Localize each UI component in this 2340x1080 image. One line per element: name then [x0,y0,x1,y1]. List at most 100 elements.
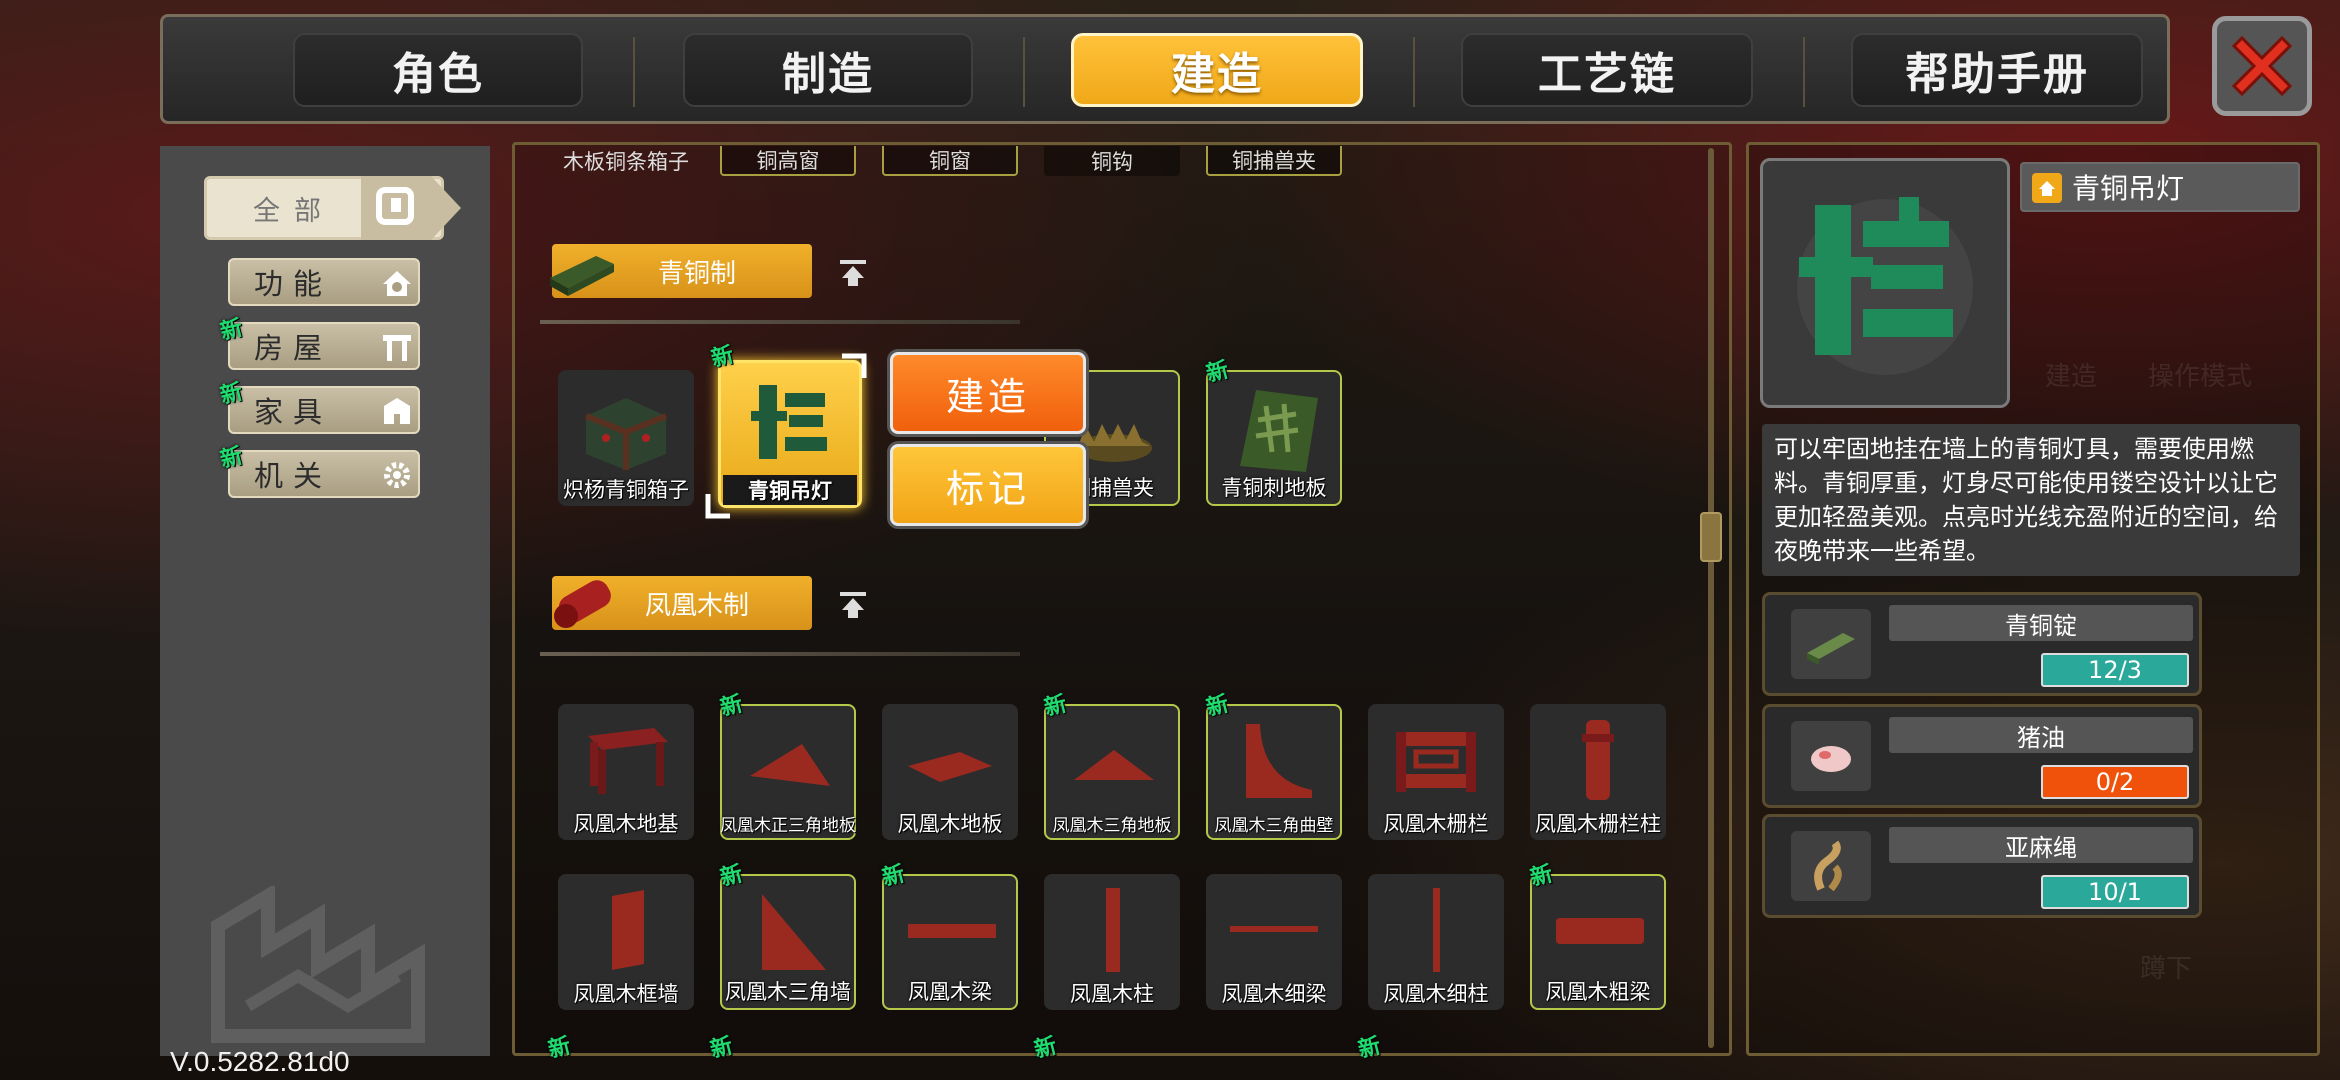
tab-help-manual[interactable]: 帮助手册 [1851,33,2143,107]
item-label: 凤凰木正三角地板 [720,816,856,836]
main-tab-bar: 角色 制造 建造 工艺链 帮助手册 [160,14,2170,124]
build-item[interactable]: 凤凰木三角曲壁 新 [1204,692,1342,840]
build-item[interactable]: 凤凰木粗梁 新 [1528,862,1666,1010]
material-row: 猪油 0/2 [1762,704,2202,808]
lard-icon [1811,746,1851,772]
build-item[interactable]: 炽杨青铜箱子 [558,370,694,506]
item-label: 凤凰木框墙 [573,982,679,1006]
gear-icon [384,462,410,488]
triangle-floor-icon [750,744,830,786]
tab-character[interactable]: 角色 [293,33,583,107]
build-item[interactable]: 凤凰木正三角地板 新 [718,692,856,840]
triangle-floor-icon [1074,750,1154,780]
build-item[interactable]: 凤凰木三角地板 新 [1042,692,1180,840]
material-row: 亚麻绳 10/1 [1762,814,2202,918]
tab-separator [633,37,635,107]
game-logo-watermark [211,886,425,1043]
all-category-icon [361,176,461,240]
build-item[interactable]: 凤凰木栅栏柱 [1530,704,1666,840]
build-item-selected[interactable]: 青铜吊灯 新 [709,343,862,508]
category-mechanism[interactable]: 机关 [228,450,420,498]
material-icon [1791,721,1871,791]
tab-craft-chain[interactable]: 工艺链 [1461,33,1753,107]
tab-craft[interactable]: 制造 [683,33,973,107]
item-label: 凤凰木地基 [573,812,679,836]
item-label: 青铜刺地板 [1221,476,1327,500]
section-header-phoenix-wood[interactable]: 凤凰木制 [552,576,812,630]
item-label-partial[interactable]: 木板铜条箱子 [556,146,696,176]
fence-post-icon [1582,720,1614,800]
cabinet-icon [384,398,410,424]
bronze-ingot-icon [550,256,614,296]
bronze-spike-floor-icon [1240,390,1318,472]
category-label: 全部 [253,195,335,227]
build-item[interactable]: 凤凰木地基 [558,704,694,840]
fence-icon [1396,732,1476,792]
material-icon [1791,609,1871,679]
item-label: 凤凰木栅栏柱 [1535,812,1661,836]
build-item[interactable]: 凤凰木细梁 [1206,874,1342,1010]
category-furniture[interactable]: 家具 [228,386,420,434]
build-item[interactable]: 凤凰木梁 新 [880,862,1018,1010]
thick-beam-icon [1556,918,1644,944]
material-icon [1791,831,1871,901]
flax-rope-icon [1814,840,1842,892]
section-divider [540,320,1020,324]
bronze-chandelier-icon [1797,197,1973,375]
category-label: 房屋 [254,331,333,365]
item-list-scrollbar[interactable] [1708,148,1714,1048]
collapse-icon[interactable] [836,256,870,290]
build-item[interactable]: 凤凰木框墙 [558,874,694,1010]
close-icon [2231,35,2293,97]
wood-floor-icon [908,752,992,782]
section-header-bronze[interactable]: 青铜制 [550,244,812,298]
build-item[interactable]: 凤凰木细柱 [1368,874,1504,1010]
curved-wall-icon [1246,724,1312,798]
close-button[interactable] [2212,16,2312,116]
item-label-partial[interactable]: 铜捕兽夹 [1206,146,1342,176]
scrollbar-thumb[interactable] [1700,512,1722,562]
item-label: 凤凰木三角墙 [725,980,851,1004]
build-item[interactable]: 凤凰木柱 [1044,874,1180,1010]
selection-corner [705,494,730,519]
build-action-button[interactable]: 建造 [890,352,1086,434]
pillar-icon [1106,888,1120,972]
build-item[interactable]: 凤凰木地板 [882,704,1018,840]
version-label: V.0.5282.81d0 [170,1046,350,1077]
roof-icon [383,335,411,361]
beam-icon [908,924,996,938]
item-label-partial[interactable]: 铜钩 [1044,146,1180,176]
section-title: 凤凰木制 [644,590,749,621]
collapse-icon[interactable] [836,588,870,622]
build-item[interactable]: 凤凰木三角墙 新 [718,862,856,1010]
detail-title: 青铜吊灯 [2020,162,2300,212]
bronze-chest-icon [584,398,668,470]
phoenix-wood-log-icon [554,580,611,628]
thin-beam-icon [1230,926,1318,932]
material-count: 10/1 [2041,875,2189,909]
build-item[interactable]: 凤凰木栅栏 [1368,704,1504,840]
item-label: 凤凰木柱 [1070,982,1154,1006]
frame-wall-icon [612,890,644,970]
mark-action-button[interactable]: 标记 [890,444,1086,526]
detail-preview-image [1760,158,2010,408]
category-label: 功能 [254,267,333,301]
material-row: 青铜锭 12/3 [1762,592,2202,696]
item-label-partial[interactable]: 铜窗 [882,146,1018,176]
selection-corner [842,353,867,378]
tab-build[interactable]: 建造 [1071,33,1363,107]
bronze-chandelier-icon [751,385,827,459]
item-label: 青铜吊灯 [723,475,857,505]
item-label: 凤凰木梁 [908,980,992,1004]
build-item[interactable]: 青铜刺地板 新 [1204,358,1342,506]
wood-foundation-icon [588,728,668,794]
category-house[interactable]: 房屋 [228,322,420,370]
tab-separator [1803,37,1805,107]
category-label: 机关 [254,459,333,493]
category-function[interactable]: 功能 [228,258,420,306]
item-label: 凤凰木细梁 [1221,982,1327,1006]
item-label-partial[interactable]: 铜高窗 [720,146,856,176]
tab-separator [1413,37,1415,107]
category-all[interactable]: 全部 [204,176,461,240]
material-name: 青铜锭 [1889,605,2193,641]
